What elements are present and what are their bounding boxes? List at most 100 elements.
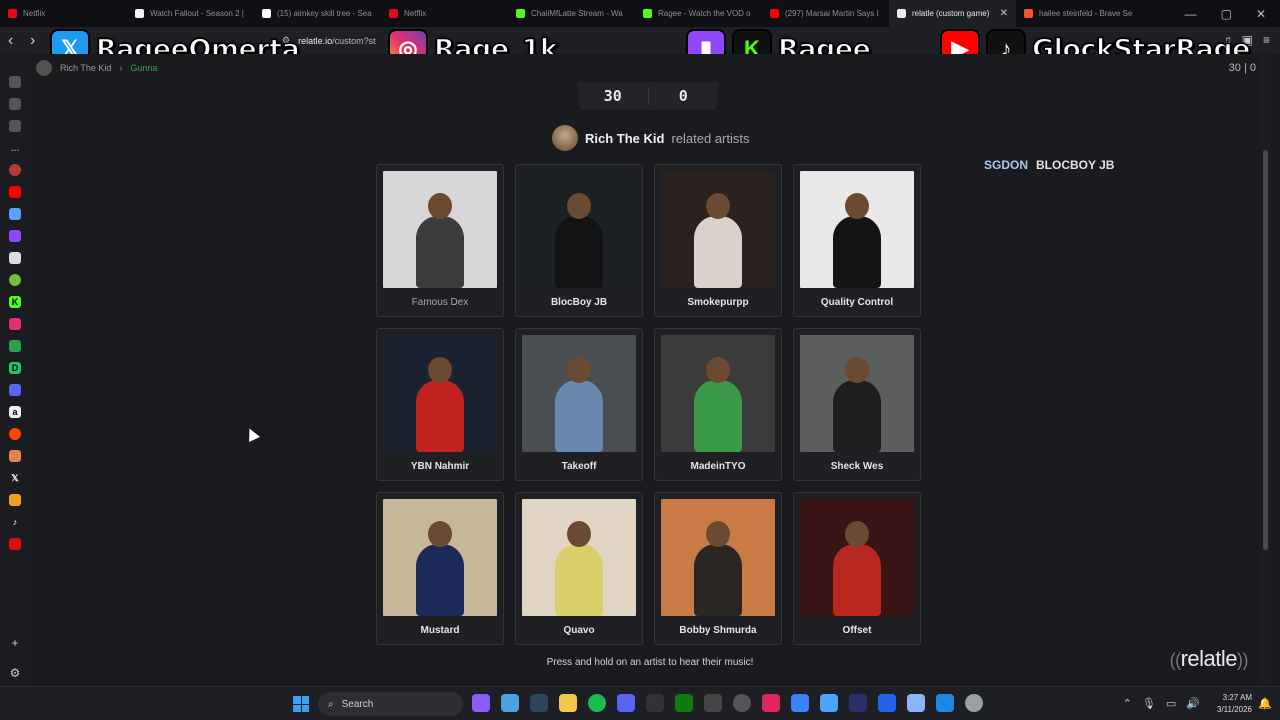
taskbar-app-icon[interactable] <box>907 694 925 712</box>
artist-head <box>567 521 591 547</box>
forward-icon[interactable]: › <box>30 32 44 50</box>
sidebar-tv-icon[interactable] <box>9 76 21 88</box>
browser-tab[interactable]: Ragee - Watch the VOD o <box>635 0 762 27</box>
browser-tab[interactable]: Netflix <box>381 0 508 27</box>
taskbar-epic-icon[interactable] <box>646 694 664 712</box>
close-window-icon[interactable]: ✕ <box>1256 7 1266 21</box>
artist-card[interactable]: Offset <box>793 492 921 645</box>
artist-photo <box>522 335 636 452</box>
artist-photo <box>522 171 636 288</box>
sidebar-green-icon[interactable] <box>9 274 21 286</box>
taskbar-app-icon[interactable] <box>472 694 490 712</box>
system-tray: ⌃ 🎙 ▭ 🔊 <box>1123 697 1200 710</box>
artist-card[interactable]: Bobby Shmurda <box>654 492 782 645</box>
taskbar-spotify-icon[interactable] <box>588 694 606 712</box>
taskbar-app-icon[interactable] <box>704 694 722 712</box>
sidebar-twitch-icon[interactable] <box>9 230 21 242</box>
sidebar-reader-icon[interactable] <box>9 120 21 132</box>
artist-card[interactable]: Mustard <box>376 492 504 645</box>
sidebar-more-icon[interactable]: … <box>9 142 21 154</box>
browser-tab[interactable]: (15) aimkey skill tree - Sea <box>254 0 381 27</box>
sidebar-heart-icon[interactable] <box>9 208 21 220</box>
taskbar-discord-icon[interactable] <box>617 694 635 712</box>
artist-card[interactable]: BlocBoy JB <box>515 164 643 317</box>
notification-icon[interactable]: 🔔 <box>1258 697 1272 710</box>
sidebar-sl-icon[interactable] <box>9 384 21 396</box>
microphone-icon[interactable]: 🎙 <box>1142 697 1156 710</box>
sidebar-tiktok-icon[interactable]: ♪ <box>9 516 21 528</box>
chevron-up-icon[interactable]: ⌃ <box>1123 697 1132 710</box>
artist-silhouette <box>555 216 603 288</box>
volume-icon[interactable]: 🔊 <box>1186 697 1200 710</box>
browser-tab[interactable]: (297) Marsai Martin Says I <box>762 0 889 27</box>
taskbar-app-icon[interactable] <box>820 694 838 712</box>
tab-title: (15) aimkey skill tree - Sea <box>277 9 372 18</box>
sidebar-netflix-icon[interactable] <box>9 538 21 550</box>
artist-card[interactable]: Sheck Wes <box>793 328 921 481</box>
minimize-icon[interactable]: — <box>1185 7 1197 21</box>
artist-card[interactable]: Smokepurpp <box>654 164 782 317</box>
sidebar-d-icon[interactable]: D <box>9 362 21 374</box>
artist-grid: Famous Dex BlocBoy JB Smokepurpp Quality Co… <box>376 164 921 645</box>
score-right: 0 <box>678 87 688 105</box>
taskbar-xbox-icon[interactable] <box>675 694 693 712</box>
sidebar-page-icon[interactable] <box>9 252 21 264</box>
taskbar-app-icon[interactable] <box>501 694 519 712</box>
browser-tab[interactable]: relatle (custom game) ✕ <box>889 0 1016 27</box>
browser-tab[interactable]: ChaiiMfLatte Stream - Wa <box>508 0 635 27</box>
scrollbar-thumb[interactable] <box>1263 150 1268 550</box>
tab-title: relatle (custom game) <box>912 9 990 18</box>
artist-card[interactable]: MadeinTYO <box>654 328 782 481</box>
sidebar-add-icon[interactable]: + <box>11 636 18 650</box>
taskbar-app-icon[interactable] <box>733 694 751 712</box>
taskbar-shield-icon[interactable] <box>936 694 954 712</box>
taskbar-app-icon[interactable] <box>878 694 896 712</box>
artist-card[interactable]: Quality Control <box>793 164 921 317</box>
tab-title: hailee steinfeld - Brave Se <box>1039 9 1133 18</box>
sidebar-a-icon[interactable]: a <box>9 406 21 418</box>
close-tab-icon[interactable]: ✕ <box>994 8 1008 19</box>
taskbar-clock[interactable]: 3:27 AM 3/11/2026 <box>1217 692 1252 716</box>
start-button[interactable] <box>293 696 309 712</box>
sidebar-youtube-icon[interactable] <box>9 186 21 198</box>
artist-card[interactable]: Quavo <box>515 492 643 645</box>
sidebar-bookmark-icon[interactable] <box>9 98 21 110</box>
url-field[interactable]: ⚙ relatle.io/custom?st <box>282 30 402 51</box>
sidebar-instagram-icon[interactable] <box>9 318 21 330</box>
breadcrumb-avatar <box>36 60 52 76</box>
artist-card[interactable]: Famous Dex <box>376 164 504 317</box>
taskbar-app-icon[interactable] <box>762 694 780 712</box>
sidebar-key-icon[interactable] <box>9 494 21 506</box>
back-icon[interactable]: ‹ <box>8 32 22 50</box>
taskbar-explorer-icon[interactable] <box>559 694 577 712</box>
taskbar-app-icon[interactable] <box>849 694 867 712</box>
browser-tab[interactable]: Watch Fallout - Season 2 | <box>127 0 254 27</box>
taskbar-app-icon[interactable] <box>791 694 809 712</box>
artist-name: MadeinTYO <box>690 461 746 472</box>
taskbar: ⌕ Search ⌃ 🎙 ▭ 🔊 3:27 AM 3/11/2026 🔔 <box>0 686 1280 720</box>
sidebar-kick-icon[interactable]: K <box>9 296 21 308</box>
breadcrumb-target: Gunna <box>130 63 158 73</box>
network-icon[interactable]: ▭ <box>1166 697 1176 710</box>
artist-name: Quality Control <box>820 297 894 308</box>
sidebar-reddit-icon[interactable] <box>9 428 21 440</box>
sidebar-diamond-icon[interactable] <box>9 340 21 352</box>
sidebar-x-icon[interactable]: 𝕏 <box>9 472 21 484</box>
sidebar-orange-icon[interactable] <box>9 450 21 462</box>
taskbar-settings-icon[interactable] <box>965 694 983 712</box>
artist-name: BlocBoy JB <box>550 297 608 308</box>
browser-tab[interactable]: hailee steinfeld - Brave Se <box>1016 0 1143 27</box>
artist-card[interactable]: YBN Nahmir <box>376 328 504 481</box>
menu-icon[interactable]: ≡ <box>1263 33 1270 47</box>
browser-tab[interactable]: Netflix <box>0 0 127 27</box>
sidebar-app-icon[interactable] <box>9 164 21 176</box>
taskbar-steam-icon[interactable] <box>530 694 548 712</box>
scrollbar[interactable] <box>1260 54 1270 686</box>
sidebar-settings-icon[interactable]: ⚙ <box>10 666 21 680</box>
logo-text: relatle <box>1180 646 1238 671</box>
taskbar-search[interactable]: ⌕ Search <box>318 692 463 716</box>
maximize-icon[interactable]: ▢ <box>1221 7 1232 21</box>
artist-card[interactable]: Takeoff <box>515 328 643 481</box>
artist-head <box>706 521 730 547</box>
artist-silhouette <box>416 380 464 452</box>
